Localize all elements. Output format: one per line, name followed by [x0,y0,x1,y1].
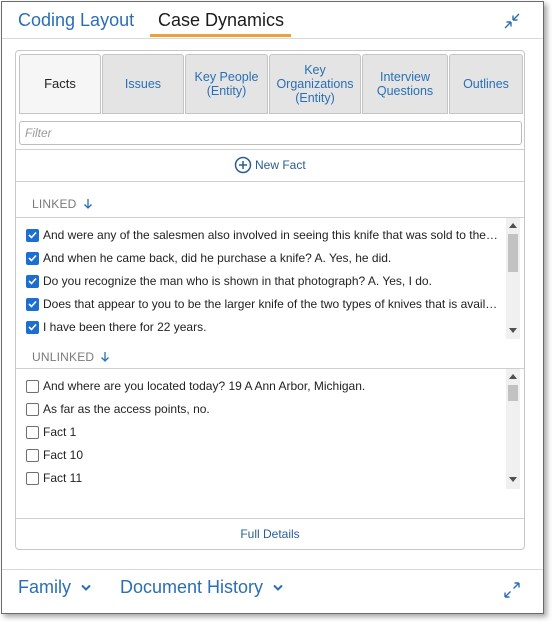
subtab-bar: Facts Issues Key People (Entity) Key Org… [19,54,523,114]
list-item[interactable]: And where are you located today? 19 A An… [26,377,506,395]
checkbox-unchecked[interactable] [26,471,39,485]
checkbox-unchecked[interactable] [26,379,39,393]
tab-coding-layout[interactable]: Coding Layout [18,10,134,31]
scroll-down-icon[interactable] [509,477,517,482]
unlinked-scrollbar[interactable] [506,369,520,489]
subtab-label: Key Organizations (Entity) [276,63,354,105]
fact-text: I have been there for 22 years. [43,320,207,334]
scroll-thumb[interactable] [508,385,518,401]
list-item[interactable]: Fact 11 [26,469,506,487]
list-item[interactable]: Do you recognize the man who is shown in… [26,272,506,290]
arrow-down-icon[interactable] [83,198,93,210]
list-item[interactable]: And were any of the salesmen also involv… [26,226,506,244]
tab-family[interactable]: Family [18,577,91,598]
list-item[interactable]: Fact 10 [26,446,506,464]
filter-input[interactable] [19,121,522,145]
divider [16,181,524,182]
tab-case-dynamics[interactable]: Case Dynamics [158,10,284,31]
linked-label: LINKED [32,197,77,211]
expand-icon[interactable] [502,580,522,600]
unlinked-label: UNLINKED [32,350,95,364]
list-item[interactable]: And when he came back, did he purchase a… [26,249,506,267]
fact-text: And were any of the salesmen also involv… [43,228,498,242]
fact-text: As far as the access points, no. [43,402,210,416]
list-item[interactable]: I have been there for 22 years. [26,318,506,336]
checkmark-icon [28,323,37,331]
list-item[interactable]: Fact 1 [26,423,506,441]
subtab-issues[interactable]: Issues [102,54,184,114]
fact-text: Fact 10 [43,448,84,462]
linked-section-header: LINKED [32,197,93,211]
checkbox-checked[interactable] [26,228,39,242]
tab-family-label: Family [18,577,71,597]
fact-text: And when he came back, did he purchase a… [43,251,392,265]
fact-text: Does that appear to you to be the larger… [43,297,498,311]
new-fact-label: New Fact [255,158,306,172]
checkbox-checked[interactable] [26,251,39,265]
unlinked-section-header: UNLINKED [32,350,110,364]
subtab-label: Issues [124,77,162,91]
divider [16,149,524,150]
subtab-key-organizations[interactable]: Key Organizations (Entity) [269,54,361,114]
checkmark-icon [28,231,37,239]
checkbox-unchecked[interactable] [26,425,39,439]
checkmark-icon [28,254,37,262]
checkbox-unchecked[interactable] [26,402,39,416]
fact-text: And where are you located today? 19 A An… [43,379,366,393]
arrow-down-icon[interactable] [100,351,110,363]
subtab-label: Facts [44,76,76,91]
fact-text: Do you recognize the man who is shown in… [43,274,432,288]
active-tab-indicator [150,34,291,37]
scroll-down-icon[interactable] [509,328,517,333]
collapse-icon[interactable] [502,11,522,31]
checkbox-unchecked[interactable] [26,448,39,462]
checkmark-icon [28,300,37,308]
divider [2,569,543,570]
list-item[interactable]: As far as the access points, no. [26,400,506,418]
subtab-label: Key People (Entity) [194,70,259,98]
full-details-button[interactable]: Full Details [16,519,524,549]
chevron-down-icon [273,584,283,591]
subtab-label: Interview Questions [376,70,434,98]
pane-header: Coding Layout Case Dynamics [2,2,543,39]
linked-list: And were any of the salesmen also involv… [16,218,509,341]
checkbox-checked[interactable] [26,297,39,311]
checkbox-checked[interactable] [26,274,39,288]
scroll-up-icon[interactable] [509,374,517,379]
checkbox-checked[interactable] [26,320,39,334]
plus-circle-icon [234,156,252,174]
tab-document-history[interactable]: Document History [120,577,283,598]
subtab-facts[interactable]: Facts [19,54,101,114]
subtab-outlines[interactable]: Outlines [449,54,523,114]
facts-card: Facts Issues Key People (Entity) Key Org… [15,50,525,550]
checkmark-icon [28,277,37,285]
scroll-up-icon[interactable] [509,223,517,228]
case-dynamics-pane: Coding Layout Case Dynamics Facts Issues… [1,1,544,614]
unlinked-list: And where are you located today? 19 A An… [16,369,509,489]
subtab-label: Outlines [463,77,509,91]
subtab-key-people[interactable]: Key People (Entity) [185,54,268,114]
new-fact-button[interactable]: New Fact [234,156,306,174]
linked-scrollbar[interactable] [506,218,520,339]
tab-document-history-label: Document History [120,577,264,597]
list-item[interactable]: Does that appear to you to be the larger… [26,295,506,313]
fact-text: Fact 11 [43,471,83,485]
chevron-down-icon [81,584,91,591]
scroll-thumb[interactable] [508,234,518,272]
subtab-interview-questions[interactable]: Interview Questions [362,54,448,114]
fact-text: Fact 1 [43,425,77,439]
